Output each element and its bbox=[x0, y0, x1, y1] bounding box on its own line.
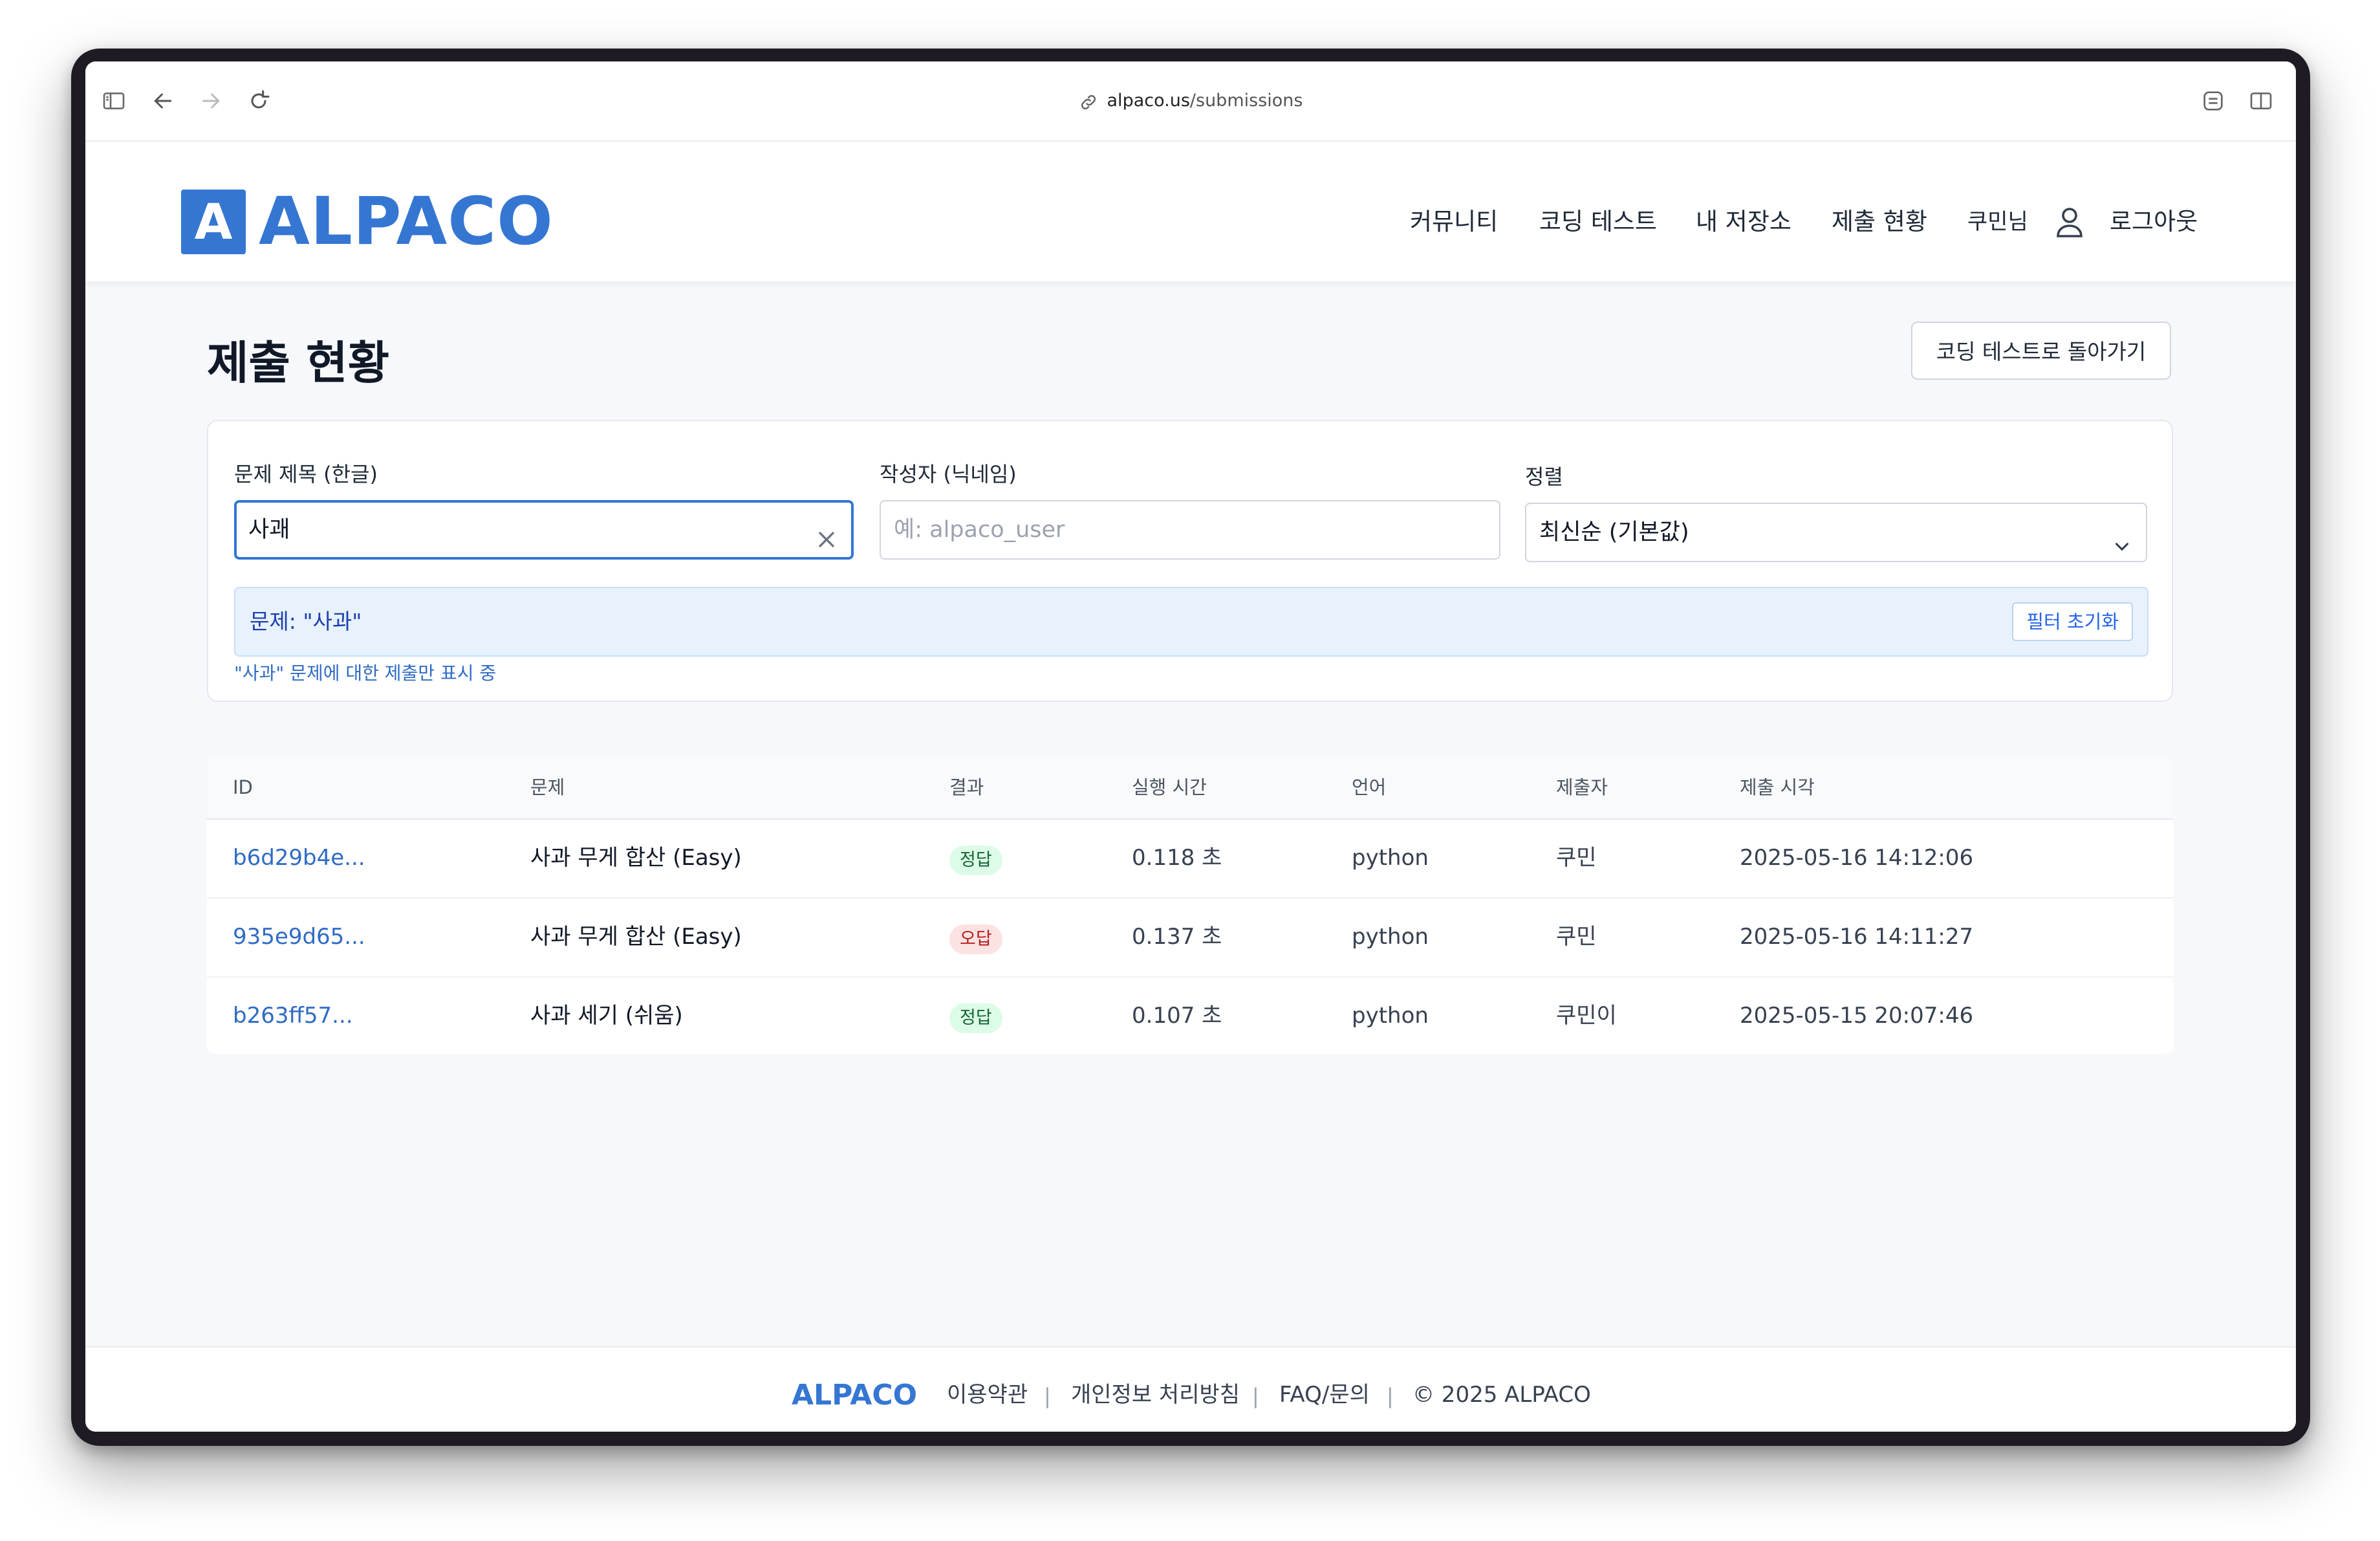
footer-divider: | bbox=[1252, 1384, 1259, 1408]
submission-id-link[interactable]: b263ff57... bbox=[233, 1001, 353, 1031]
nav-user-name[interactable]: 쿠민님 bbox=[1967, 205, 2028, 239]
table-row[interactable]: 935e9d65... 사과 무게 합산 (Easy) 오답 0.137 초 p… bbox=[207, 897, 2173, 978]
problem-title-input[interactable]: 사괘 bbox=[234, 500, 854, 560]
nav-community[interactable]: 커뮤니티 bbox=[1410, 205, 1498, 239]
column-id: ID bbox=[233, 776, 253, 798]
site-footer: ALPACO 이용약관 | 개인정보 처리방침 | FAQ/문의 | © 202… bbox=[85, 1346, 2296, 1432]
active-filter-text: 문제: "사과" bbox=[250, 609, 362, 634]
sort-select[interactable]: 최신순 (기본값) bbox=[1525, 503, 2147, 562]
column-runtime: 실행 시간 bbox=[1132, 776, 1207, 798]
result-badge: 정답 bbox=[949, 1003, 1002, 1033]
column-language: 언어 bbox=[1352, 776, 1387, 798]
page-title: 제출 현황 bbox=[207, 336, 389, 389]
problem-title-value: 사괘 bbox=[248, 517, 290, 543]
problem-name: 사과 무게 합산 (Easy) bbox=[530, 845, 742, 871]
runtime: 0.107 초 bbox=[1132, 1003, 1222, 1029]
submitted-at: 2025-05-16 14:11:27 bbox=[1740, 924, 1974, 950]
problem-title-label: 문제 제목 (한글) bbox=[234, 462, 378, 486]
language: python bbox=[1352, 1003, 1429, 1029]
link-icon bbox=[1079, 92, 1098, 111]
author-placeholder: 예: alpaco_user bbox=[894, 517, 1065, 543]
column-problem: 문제 bbox=[530, 776, 565, 798]
logo-mark[interactable]: A bbox=[181, 190, 246, 254]
filter-hint: "사과" 문제에 대한 제출만 표시 중 bbox=[234, 662, 497, 684]
column-result: 결과 bbox=[949, 776, 984, 798]
submitter: 쿠민 bbox=[1556, 924, 1597, 950]
address-bar[interactable]: alpaco.us/submissions bbox=[85, 86, 2296, 116]
active-filter-bar: 문제: "사과" 필터 초기화 bbox=[234, 587, 2148, 657]
table-row[interactable]: b6d29b4e... 사과 무게 합산 (Easy) 정답 0.118 초 p… bbox=[207, 818, 2173, 899]
translate-icon[interactable] bbox=[2200, 88, 2226, 114]
close-icon[interactable] bbox=[814, 518, 839, 547]
submitted-at: 2025-05-16 14:12:06 bbox=[1740, 845, 1974, 871]
submitter: 쿠민 bbox=[1556, 845, 1597, 871]
footer-divider: | bbox=[1387, 1384, 1394, 1408]
runtime: 0.118 초 bbox=[1132, 845, 1222, 871]
sort-label: 정렬 bbox=[1525, 464, 1563, 489]
split-view-icon[interactable] bbox=[2248, 88, 2274, 114]
nav-submissions[interactable]: 제출 현황 bbox=[1832, 205, 1927, 239]
url-host: alpaco.us bbox=[1107, 91, 1190, 111]
logo-text[interactable]: ALPACO bbox=[259, 183, 554, 261]
submitter: 쿠민이 bbox=[1556, 1003, 1617, 1029]
filter-panel: 문제 제목 (한글) 사괘 작성자 (닉네임) 예: alpaco_user 정… bbox=[207, 420, 2173, 702]
sort-value: 최신순 (기본값) bbox=[1539, 519, 1689, 545]
submissions-table: ID 문제 결과 실행 시간 언어 제출자 제출 시각 b6d29b4e... … bbox=[207, 756, 2173, 1054]
device-frame: alpaco.us/submissions A ALPACO 커뮤니티 코딩 테… bbox=[71, 49, 2310, 1446]
author-input[interactable]: 예: alpaco_user bbox=[880, 500, 1500, 560]
problem-name: 사과 세기 (쉬움) bbox=[530, 1003, 683, 1029]
runtime: 0.137 초 bbox=[1132, 924, 1222, 950]
language: python bbox=[1352, 845, 1429, 871]
browser-window: alpaco.us/submissions A ALPACO 커뮤니티 코딩 테… bbox=[85, 61, 2296, 1432]
submission-id-link[interactable]: b6d29b4e... bbox=[233, 843, 365, 873]
submission-id-link[interactable]: 935e9d65... bbox=[233, 922, 365, 952]
problem-name: 사과 무게 합산 (Easy) bbox=[530, 924, 742, 950]
table-row[interactable]: b263ff57... 사과 세기 (쉬움) 정답 0.107 초 python… bbox=[207, 976, 2173, 1054]
nav-logout[interactable]: 로그아웃 bbox=[2110, 205, 2198, 239]
footer-terms-link[interactable]: 이용약관 bbox=[947, 1380, 1028, 1410]
result-badge: 정답 bbox=[949, 846, 1002, 875]
chevron-down-icon bbox=[2111, 522, 2133, 551]
user-icon[interactable] bbox=[2054, 205, 2085, 239]
footer-brand[interactable]: ALPACO bbox=[792, 1377, 917, 1414]
footer-faq-link[interactable]: FAQ/문의 bbox=[1279, 1380, 1370, 1410]
back-to-coding-test-button[interactable]: 코딩 테스트로 돌아가기 bbox=[1911, 322, 2171, 380]
table-header: ID 문제 결과 실행 시간 언어 제출자 제출 시각 bbox=[207, 756, 2173, 820]
footer-copyright: © 2025 ALPACO bbox=[1412, 1382, 1591, 1408]
column-submitter: 제출자 bbox=[1556, 776, 1608, 798]
submitted-at: 2025-05-15 20:07:46 bbox=[1740, 1003, 1974, 1029]
url-path: /submissions bbox=[1189, 91, 1303, 111]
reset-filters-button[interactable]: 필터 초기화 bbox=[2012, 602, 2133, 641]
author-label: 작성자 (닉네임) bbox=[880, 462, 1017, 486]
footer-divider: | bbox=[1044, 1384, 1051, 1408]
browser-toolbar: alpaco.us/submissions bbox=[85, 61, 2296, 142]
footer-privacy-link[interactable]: 개인정보 처리방침 bbox=[1071, 1380, 1240, 1410]
site-header: A ALPACO 커뮤니티 코딩 테스트 내 저장소 제출 현황 쿠민님 로그아… bbox=[85, 142, 2296, 281]
language: python bbox=[1352, 924, 1429, 950]
nav-coding-test[interactable]: 코딩 테스트 bbox=[1539, 205, 1657, 239]
result-badge: 오답 bbox=[949, 924, 1002, 954]
nav-my-repository[interactable]: 내 저장소 bbox=[1696, 205, 1791, 239]
column-submitted-at: 제출 시각 bbox=[1740, 776, 1815, 798]
